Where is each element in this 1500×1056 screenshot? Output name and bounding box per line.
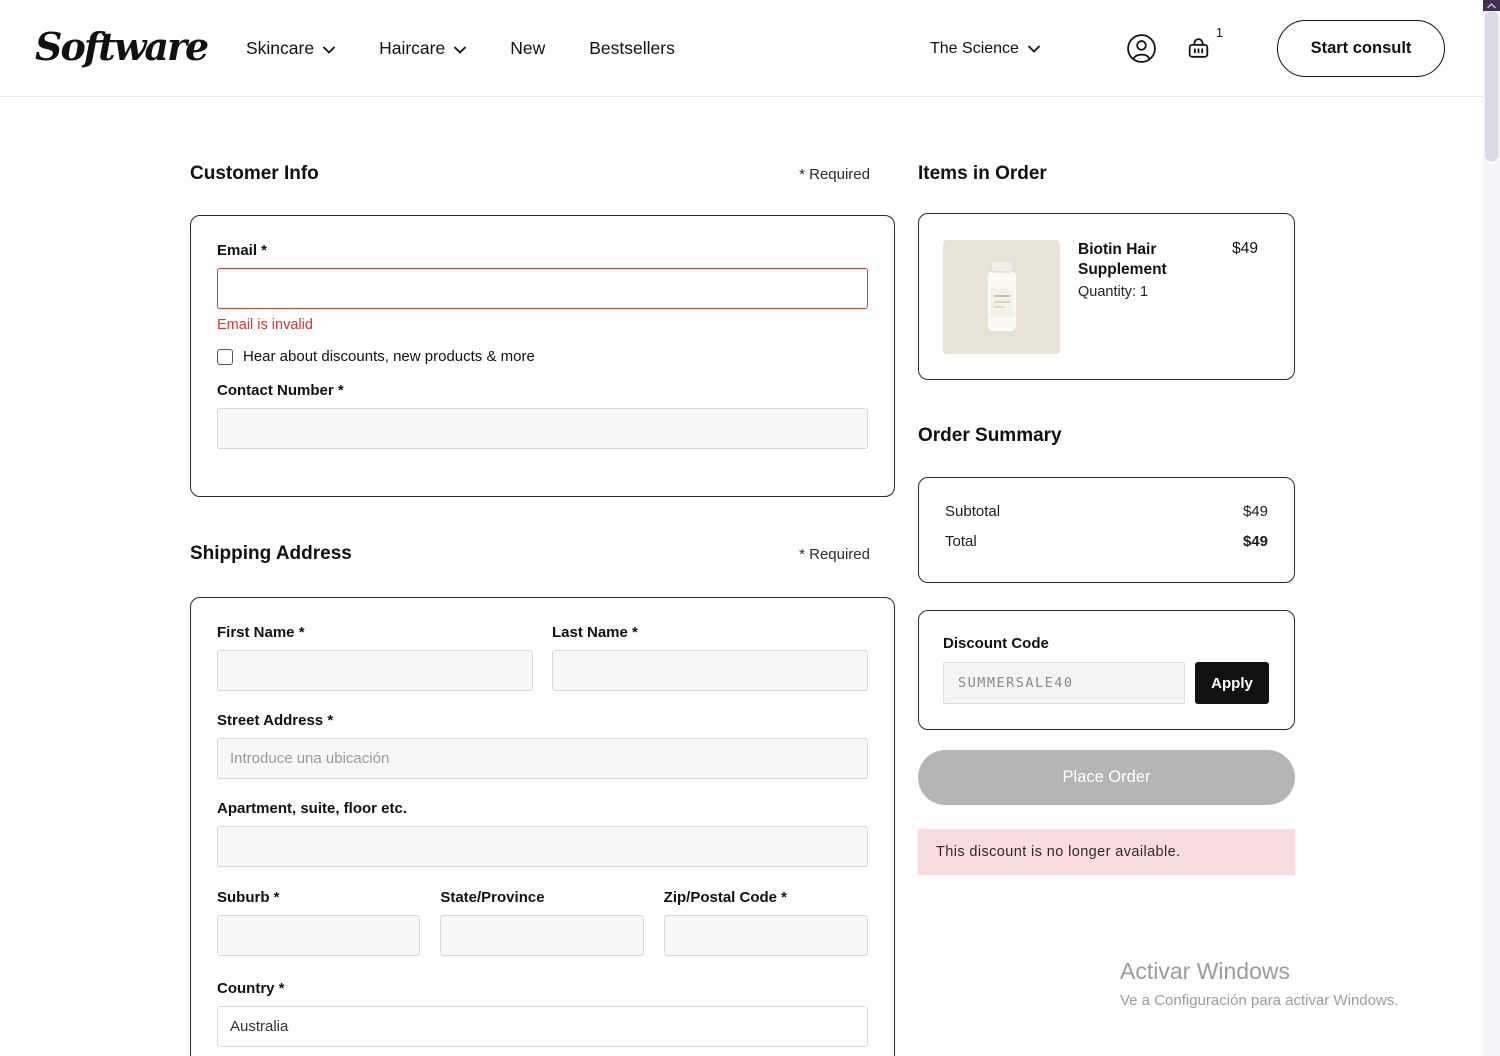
nav-item-label: Skincare	[246, 38, 315, 58]
email-error-text: Email is invalid	[217, 317, 313, 333]
product-info: Biotin Hair Supplement Quantity: 1	[1078, 240, 1190, 353]
subtotal-value: $49	[1242, 503, 1268, 520]
discount-code-label: Discount Code	[943, 635, 1049, 652]
discount-card: Discount Code Apply	[918, 610, 1295, 730]
chevron-down-icon	[323, 38, 335, 59]
zip-label: Zip/Postal Code *	[663, 889, 788, 906]
product-quantity: Quantity: 1	[1078, 283, 1149, 300]
order-summary-title: Order Summary	[918, 425, 1062, 446]
email-field[interactable]	[217, 268, 868, 309]
customer-info-header: Customer Info * Required	[190, 163, 870, 185]
shipping-address-card: First Name * Last Name * Street Address …	[190, 597, 895, 1056]
last-name-field[interactable]	[552, 650, 868, 691]
total-label: Total	[945, 533, 977, 550]
order-item-card: Biotin Hair Supplement Quantity: 1 $49	[918, 213, 1295, 380]
first-name-field[interactable]	[217, 650, 533, 691]
customer-info-title: Customer Info	[190, 163, 319, 184]
cart-count-badge: 1	[1216, 26, 1223, 40]
product-image	[943, 240, 1060, 354]
chevron-down-icon	[1028, 40, 1040, 58]
chevron-down-icon	[454, 38, 467, 59]
last-name-label: Last Name *	[552, 624, 638, 641]
windows-activation-watermark: Activar Windows Ve a Configuración para …	[1120, 958, 1398, 1009]
state-label: State/Province	[440, 889, 545, 906]
shipping-header: Shipping Address * Required	[190, 543, 870, 565]
apartment-field[interactable]	[217, 826, 868, 867]
suburb-field[interactable]	[217, 915, 421, 956]
nav-item-skincare[interactable]: Skincare	[246, 38, 335, 59]
state-field[interactable]	[440, 915, 644, 956]
street-address-field[interactable]	[217, 738, 868, 779]
country-label: Country *	[217, 980, 285, 997]
nav-science-wrap: The Science	[930, 0, 1040, 97]
nav-item-the-science[interactable]: The Science	[930, 40, 1040, 58]
items-in-order-header: Items in Order	[918, 163, 1295, 185]
nav-item-label: Bestsellers	[589, 38, 675, 58]
top-nav: Software Skincare Haircare New Bestselle…	[0, 0, 1500, 97]
logo[interactable]: Software	[35, 24, 209, 69]
apply-discount-button[interactable]: Apply	[1195, 662, 1269, 704]
nav-item-label: New	[510, 38, 546, 58]
scroll-up-arrow-icon[interactable]	[1483, 0, 1500, 11]
subtotal-label: Subtotal	[945, 503, 1001, 520]
shipping-title: Shipping Address	[190, 543, 352, 564]
nav-item-haircare[interactable]: Haircare	[379, 38, 467, 59]
contact-number-field[interactable]	[217, 408, 868, 449]
required-note: * Required	[799, 546, 870, 563]
order-summary-card: Subtotal $49 Total $49	[918, 477, 1295, 583]
nav-item-new[interactable]: New	[510, 38, 545, 59]
nav-item-label: The Science	[930, 39, 1019, 57]
newsletter-row: Hear about discounts, new products & mor…	[217, 348, 868, 365]
watermark-line1: Activar Windows	[1120, 958, 1290, 984]
country-field[interactable]	[217, 1006, 868, 1047]
suburb-label: Suburb *	[217, 889, 280, 906]
customer-info-card: Email * Email is invalid Hear about disc…	[190, 215, 895, 497]
account-icon[interactable]	[1126, 33, 1157, 64]
total-value: $49	[1242, 533, 1268, 550]
subtotal-row: Subtotal $49	[945, 503, 1268, 520]
newsletter-label: Hear about discounts, new products & mor…	[243, 348, 535, 365]
scrollbar-thumb[interactable]	[1485, 11, 1498, 161]
zip-field[interactable]	[663, 915, 868, 956]
nav-item-label: Haircare	[379, 38, 446, 58]
required-note: * Required	[799, 166, 870, 183]
nav-links: Skincare Haircare New Bestsellers	[246, 0, 675, 97]
product-name: Biotin Hair Supplement	[1078, 241, 1167, 279]
order-summary-header: Order Summary	[918, 425, 1295, 447]
discount-row: Apply	[943, 662, 1270, 704]
checkout-page: Software Skincare Haircare New Bestselle…	[0, 0, 1500, 1056]
email-label: Email *	[217, 242, 268, 259]
apartment-label: Apartment, suite, floor etc.	[217, 800, 408, 817]
discount-code-field[interactable]	[943, 662, 1185, 704]
cart-icon[interactable]: 1	[1185, 26, 1223, 62]
discount-unavailable-alert: This discount is no longer available.	[918, 829, 1295, 875]
product-price: $49	[1232, 240, 1258, 257]
street-address-label: Street Address *	[217, 712, 334, 729]
first-name-label: First Name *	[217, 624, 305, 641]
newsletter-checkbox[interactable]	[217, 348, 233, 365]
nav-item-bestsellers[interactable]: Bestsellers	[589, 38, 675, 59]
items-in-order-title: Items in Order	[918, 163, 1047, 184]
total-row: Total $49	[945, 533, 1268, 550]
vertical-scrollbar[interactable]	[1483, 0, 1500, 1056]
place-order-button[interactable]: Place Order	[918, 750, 1295, 805]
start-consult-button[interactable]: Start consult	[1277, 20, 1445, 77]
watermark-line2: Ve a Configuración para activar Windows.	[1120, 992, 1399, 1009]
nav-icons: 1	[1126, 0, 1223, 97]
contact-number-label: Contact Number *	[217, 382, 344, 399]
